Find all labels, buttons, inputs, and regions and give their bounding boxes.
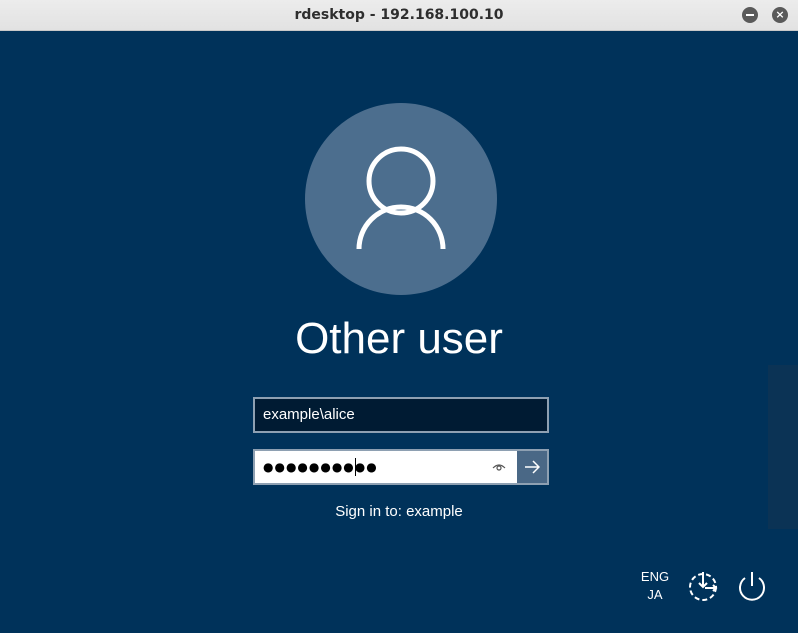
submit-button[interactable] [517,451,547,483]
minimize-icon[interactable] [742,7,758,23]
username-title: Other user [295,314,503,363]
language-switcher[interactable]: ENG JA [634,568,676,604]
username-field[interactable]: example\alice [253,397,549,433]
text-caret [355,458,356,476]
user-avatar [305,103,497,295]
rdesktop-window: rdesktop - 192.168.100.10 × Other user e… [0,0,798,633]
lang-secondary: JA [647,587,663,602]
password-mask: ●●●●●●●●●● [263,460,378,474]
sign-in-domain: Sign in to: example [335,503,463,520]
user-icon [356,146,446,250]
window-title: rdesktop - 192.168.100.10 [294,7,504,23]
arrow-right-icon [525,460,540,474]
close-icon[interactable]: × [772,7,788,23]
password-field[interactable]: ●●●●●●●●●● [253,449,549,485]
ease-of-access-icon[interactable] [686,569,720,603]
lock-screen: Other user example\alice ●●●●●●●●●● Sign… [0,31,798,633]
lang-primary: ENG [640,569,670,584]
eye-icon[interactable] [491,459,507,475]
power-icon[interactable] [736,569,768,603]
title-bar[interactable]: rdesktop - 192.168.100.10 × [0,0,798,31]
